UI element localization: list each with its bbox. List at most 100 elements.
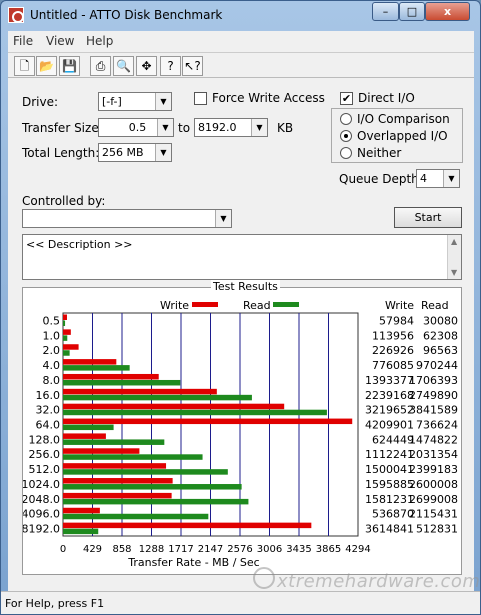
read-value: 1706393 [409, 374, 458, 387]
read-value: 62308 [423, 329, 458, 342]
neither-radio[interactable] [340, 147, 352, 159]
results-chart: Write Read Write Read 0 429 858 1288 1717 2147 257… [23, 299, 458, 569]
overlapped-io-label: Overlapped I/O [357, 129, 448, 143]
drive-value: [-f-] [102, 95, 122, 108]
write-value: 3219652 [365, 404, 414, 417]
controlled-by-label: Controlled by: [22, 194, 106, 208]
read-bar [63, 528, 99, 535]
write-value: 1581231 [365, 493, 414, 506]
transfer-from-value: 0.5 [128, 121, 147, 134]
category-label: 0.5 [43, 314, 61, 327]
menu-file[interactable]: File [13, 34, 33, 48]
write-bar [63, 433, 106, 439]
read-value: 3841589 [409, 404, 458, 417]
drive-label: Drive: [22, 95, 59, 109]
new-icon[interactable]: 🗋 [14, 56, 35, 76]
write-bar [63, 448, 140, 454]
transfer-to-select[interactable]: 8192.0 ▼ [194, 118, 268, 137]
category-label: 1024.0 [23, 478, 60, 491]
test-results-panel: Test Results Write Read Write Read 0 429 858 12… [22, 280, 462, 575]
read-bar [63, 394, 252, 401]
title-bar: Untitled - ATTO Disk Benchmark – □ x [1, 1, 480, 31]
controlled-by-select[interactable]: ▼ [22, 209, 232, 228]
write-value: 624449 [372, 433, 414, 446]
io-comparison-radio[interactable] [340, 113, 352, 125]
maximize-button[interactable]: □ [399, 2, 425, 21]
minimize-button[interactable]: – [372, 2, 399, 21]
read-value: 2699008 [409, 493, 458, 506]
read-bar [63, 469, 228, 475]
app-window: Untitled - ATTO Disk Benchmark – □ x Fil… [0, 0, 481, 615]
close-button[interactable]: x [425, 2, 470, 21]
chevron-down-icon: ▼ [215, 210, 231, 227]
menu-help[interactable]: Help [86, 34, 113, 48]
scroll-up-icon[interactable]: ▲ [451, 237, 457, 246]
print-preview-icon[interactable]: 🔍 [113, 56, 134, 76]
chevron-down-icon: ▼ [155, 144, 171, 161]
category-label: 16.0 [36, 389, 61, 402]
write-bar [63, 373, 159, 380]
read-value: 1474822 [409, 433, 458, 446]
context-help-icon[interactable]: ↖? [182, 56, 203, 76]
legend-read-swatch [273, 302, 299, 307]
total-length-select[interactable]: 256 MB ▼ [98, 143, 172, 162]
category-label: 32.0 [36, 404, 61, 417]
x-tick-label: 2147 [198, 544, 223, 555]
write-value: 226926 [372, 344, 414, 357]
write-bar [63, 492, 172, 499]
open-icon[interactable]: 📂 [36, 56, 57, 76]
write-bar [63, 314, 67, 320]
x-tick-label: 3865 [316, 544, 341, 555]
print-icon[interactable]: ⎙ [90, 56, 111, 76]
read-value: 30080 [423, 314, 458, 327]
write-value: 2239168 [365, 389, 414, 402]
queue-depth-select[interactable]: 4 ▼ [416, 169, 460, 188]
transfer-from-select[interactable]: 0.5 ▼ [98, 118, 174, 137]
start-button[interactable]: Start [394, 207, 462, 228]
x-tick-label: 429 [83, 544, 102, 555]
window-title: Untitled - ATTO Disk Benchmark [30, 8, 223, 22]
write-value: 1500041 [365, 463, 414, 476]
kb-label: KB [277, 121, 294, 135]
read-value: 2600008 [409, 478, 458, 491]
category-label: 64.0 [36, 419, 61, 432]
read-value: 96563 [423, 344, 458, 357]
help-icon[interactable]: ? [160, 56, 181, 76]
overlapped-io-radio[interactable] [340, 130, 352, 142]
write-bar [63, 478, 173, 484]
write-bar [63, 522, 312, 529]
description-box[interactable]: << Description >> ▲ ▼ [22, 234, 462, 280]
total-length-label: Total Length: [22, 146, 100, 160]
x-tick-label: 1717 [168, 544, 193, 555]
write-value: 57984 [379, 314, 414, 327]
description-scrollbar[interactable]: ▲ ▼ [447, 235, 461, 279]
write-bar [63, 463, 167, 469]
write-bar [63, 329, 71, 335]
chevron-down-icon: ▼ [251, 119, 267, 136]
read-bar [63, 454, 203, 460]
read-column-header: Read [421, 299, 449, 312]
direct-io-checkbox[interactable]: ✔ [340, 92, 353, 105]
drive-select[interactable]: [-f-] ▼ [98, 92, 172, 111]
x-axis-label: Transfer Rate - MB / Sec [127, 556, 259, 569]
toolbar: 🗋 📂 💾 ⎙ 🔍 ✥ ? ↖? [8, 52, 474, 78]
read-bar [63, 439, 165, 445]
total-length-value: 256 MB [102, 146, 144, 159]
write-value: 4209901 [365, 419, 414, 432]
save-icon[interactable]: 💾 [59, 56, 80, 76]
menu-view[interactable]: View [46, 34, 74, 48]
read-value: 2399183 [409, 463, 458, 476]
scroll-down-icon[interactable]: ▼ [451, 268, 457, 277]
move-icon[interactable]: ✥ [136, 56, 157, 76]
x-tick-label: 1288 [139, 544, 164, 555]
read-bar [63, 513, 209, 520]
benchmark-panel: Drive: [-f-] ▼ Force Write Access ✔ Direc… [11, 81, 471, 586]
queue-depth-value: 4 [420, 172, 427, 185]
atto-app-icon [8, 7, 24, 23]
direct-io-label: Direct I/O [358, 91, 415, 105]
menu-bar: File View Help [8, 31, 474, 51]
write-value: 776085 [372, 359, 414, 372]
force-write-checkbox[interactable] [194, 92, 207, 105]
read-bar [63, 484, 242, 490]
read-bar [63, 424, 114, 431]
